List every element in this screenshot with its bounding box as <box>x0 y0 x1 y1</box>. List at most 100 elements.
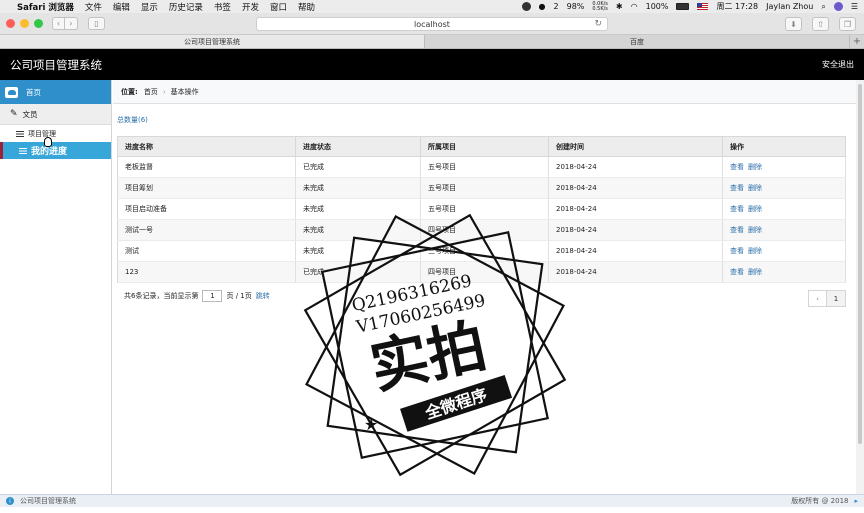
cpu-usage[interactable]: 98% <box>567 2 585 11</box>
tab-label: 公司项目管理系统 <box>184 37 240 46</box>
view-link[interactable]: 查看 <box>730 247 744 255</box>
menu-file[interactable]: 文件 <box>85 1 102 13</box>
forward-button[interactable]: › <box>65 17 78 30</box>
delete-link[interactable]: 删除 <box>748 247 762 255</box>
show-sidebar-button[interactable]: ▯ <box>88 17 105 30</box>
share-button[interactable]: ⇧ <box>812 17 829 31</box>
sidebar-group-clerk[interactable]: ✎ 文员 <box>0 104 111 125</box>
menu-view[interactable]: 显示 <box>141 1 158 13</box>
sidebar-home-label: 首页 <box>26 87 41 97</box>
record-icon[interactable] <box>521 2 531 11</box>
progress-table: 进度名称 进度状态 所属项目 创建时间 操作 老板监督 已完成 五号项目 201… <box>117 136 846 283</box>
delete-link[interactable]: 删除 <box>748 184 762 192</box>
menu-history[interactable]: 历史记录 <box>169 1 203 13</box>
browser-toolbar: ‹ › ▯ localhost ↻ ⬇ ⇧ ❐ <box>0 13 864 35</box>
menu-window[interactable]: 窗口 <box>270 1 287 13</box>
cell-project: 五号项目 <box>420 156 549 178</box>
cell-created: 2018-04-24 <box>548 240 723 262</box>
cell-status: 未完成 <box>295 219 421 241</box>
delete-link[interactable]: 删除 <box>748 226 762 234</box>
page-total: 页 / 1页 <box>226 292 252 300</box>
back-button[interactable]: ‹ <box>52 17 65 30</box>
notification-count[interactable]: 2 <box>554 2 559 11</box>
cell-project: 四号项目 <box>420 261 549 283</box>
cell-project: 五号项目 <box>420 198 549 220</box>
cell-created: 2018-04-24 <box>548 177 723 199</box>
battery-percent[interactable]: 100% <box>646 2 669 11</box>
sidebar-item-label: 项目管理 <box>28 129 56 138</box>
sidebar-group-label: 文员 <box>22 109 38 119</box>
total-count[interactable]: 总数量(6) <box>117 115 148 125</box>
menu-edit[interactable]: 编辑 <box>113 1 130 13</box>
view-link[interactable]: 查看 <box>730 268 744 276</box>
view-link[interactable]: 查看 <box>730 226 744 234</box>
jump-link[interactable]: 跳转 <box>256 291 270 301</box>
menu-bookmarks[interactable]: 书签 <box>214 1 231 13</box>
caret-right-icon[interactable]: ▸ <box>854 497 858 505</box>
reload-icon[interactable]: ↻ <box>594 19 602 29</box>
tab-project-system[interactable]: 公司项目管理系统 <box>0 35 425 48</box>
siri-icon[interactable] <box>833 2 843 11</box>
cell-created: 2018-04-24 <box>548 219 723 241</box>
menu-app-name[interactable]: Safari 浏览器 <box>17 1 74 13</box>
tab-baidu[interactable]: 百度 <box>425 35 850 48</box>
logout-link[interactable]: 安全退出 <box>822 59 854 70</box>
menu-help[interactable]: 帮助 <box>298 1 315 13</box>
cell-name: 测试 <box>117 240 296 262</box>
vertical-scrollbar[interactable] <box>856 80 864 494</box>
notification-center-icon[interactable]: ☰ <box>851 2 858 11</box>
tabs-overview-button[interactable]: ❐ <box>839 17 856 31</box>
table-row: 123 已完成 四号项目 2018-04-24 查看 删除 <box>117 261 846 283</box>
spotlight-search-icon[interactable]: ⌕ <box>821 2 825 12</box>
net-down: 0.5K/s <box>592 5 608 12</box>
main-content: 位置: 首页 › 基本操作 总数量(6) 进度名称 进度状态 所属项目 创建时间… <box>113 80 864 494</box>
table-row: 测试 未完成 三号项目 2018-04-24 查看 删除 <box>117 240 846 262</box>
input-source-flag-icon[interactable] <box>697 3 709 10</box>
view-link[interactable]: 查看 <box>730 205 744 213</box>
hand-cursor-icon <box>44 137 52 147</box>
chevron-right-icon: › <box>69 19 73 28</box>
cloud-icon <box>5 86 18 98</box>
column-header-actions: 操作 <box>722 136 846 157</box>
menu-develop[interactable]: 开发 <box>242 1 259 13</box>
tab-bar: 公司项目管理系统 百度 + <box>0 35 864 49</box>
prev-page-button[interactable]: ‹ <box>808 290 827 307</box>
new-tab-button[interactable]: + <box>850 35 864 48</box>
view-link[interactable]: 查看 <box>730 184 744 192</box>
wechat-icon[interactable]: ● <box>539 2 546 11</box>
fullscreen-window-button[interactable] <box>34 19 43 28</box>
cell-project: 三号项目 <box>420 240 549 262</box>
list-icon <box>16 130 24 137</box>
user-name[interactable]: Jaylan Zhou <box>766 2 813 11</box>
table-row: 项目启动准备 未完成 五号项目 2018-04-24 查看 删除 <box>117 198 846 220</box>
sidebar-item-home[interactable]: 首页 <box>0 80 111 104</box>
sidebar-item-my-progress[interactable]: 我的进度 <box>0 142 111 159</box>
edit-icon: ✎ <box>10 109 18 119</box>
breadcrumb-home[interactable]: 首页 <box>144 87 158 97</box>
url-text: localhost <box>414 19 450 29</box>
breadcrumb: 位置: 首页 › 基本操作 <box>113 80 864 104</box>
view-link[interactable]: 查看 <box>730 163 744 171</box>
downloads-button[interactable]: ⬇ <box>785 17 802 31</box>
bluetooth-icon[interactable]: ✱ <box>616 2 623 11</box>
delete-link[interactable]: 删除 <box>748 163 762 171</box>
cell-actions: 查看 删除 <box>722 261 846 283</box>
window-controls <box>6 19 43 28</box>
pagination-summary: 共6条记录， 当前显示第 1 页 / 1页 跳转 <box>124 290 270 302</box>
page-1-button[interactable]: 1 <box>827 290 846 307</box>
content-area: 首页 ✎ 文员 项目管理 我的进度 位置: 首页 › 基本操作 总数量(6) 进… <box>0 80 864 513</box>
delete-link[interactable]: 删除 <box>748 268 762 276</box>
battery-icon[interactable] <box>676 3 690 10</box>
sidebar: 首页 ✎ 文员 项目管理 我的进度 <box>0 80 112 494</box>
network-speed[interactable]: 0.0K/s 0.5K/s <box>592 1 608 12</box>
minimize-window-button[interactable] <box>20 19 29 28</box>
table-row: 测试一号 未完成 四号项目 2018-04-24 查看 删除 <box>117 219 846 241</box>
address-bar[interactable]: localhost ↻ <box>256 17 608 31</box>
sidebar-item-project-management[interactable]: 项目管理 <box>0 125 111 142</box>
table-row: 项目筹划 未完成 五号项目 2018-04-24 查看 删除 <box>117 177 846 199</box>
delete-link[interactable]: 删除 <box>748 205 762 213</box>
wifi-icon[interactable]: ◠ <box>631 2 638 11</box>
page-number-input[interactable]: 1 <box>202 290 223 302</box>
close-window-button[interactable] <box>6 19 15 28</box>
clock[interactable]: 周二 17:28 <box>716 1 758 12</box>
